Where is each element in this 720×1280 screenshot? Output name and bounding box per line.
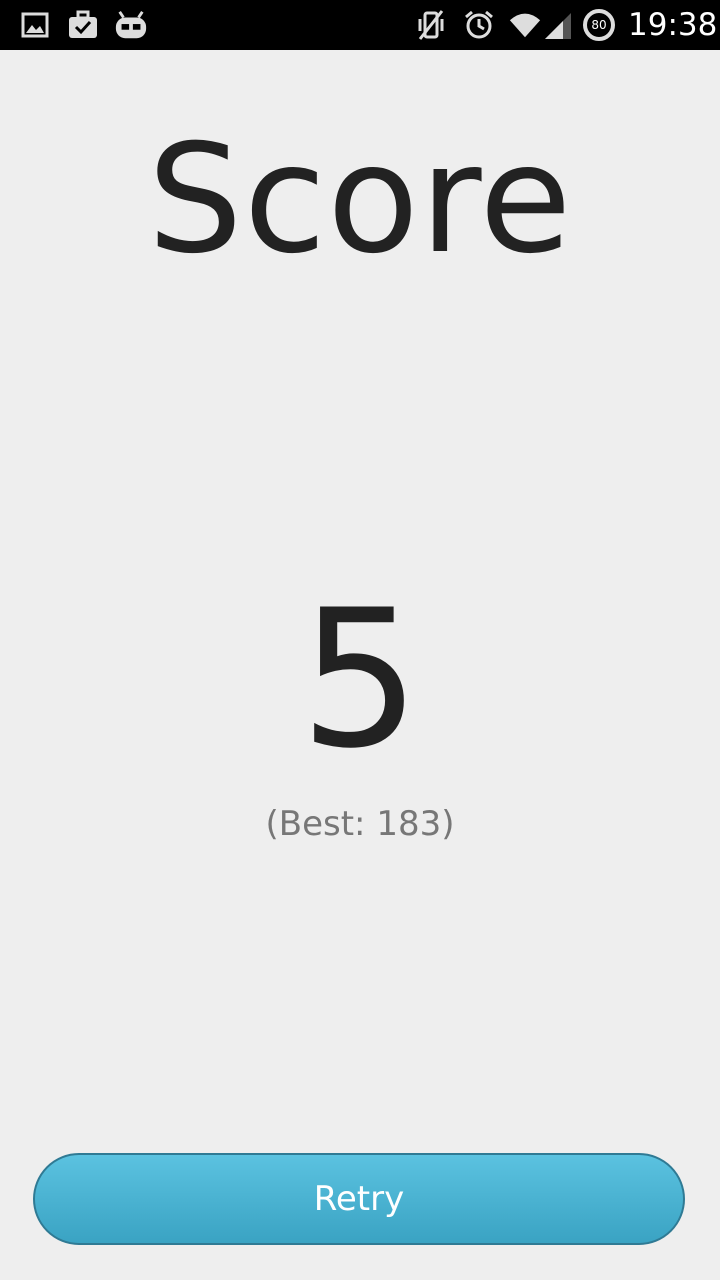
vibrate-off-icon [414, 8, 448, 42]
alarm-icon [462, 8, 496, 42]
briefcase-check-icon [66, 8, 100, 42]
gallery-icon [18, 8, 52, 42]
android-robot-icon [114, 8, 148, 42]
best-score: (Best: 183) [265, 804, 455, 844]
battery-level: 80 [591, 18, 607, 32]
page-title: Score [147, 113, 573, 287]
battery-icon: 80 [582, 8, 616, 42]
status-bar: 80 19:38 [0, 0, 720, 50]
retry-button[interactable]: Retry [33, 1153, 685, 1245]
score-screen: Score 5 (Best: 183) Retry [0, 50, 720, 1280]
signal-icon [540, 8, 574, 42]
score-value: 5 [299, 569, 421, 790]
status-clock: 19:38 [628, 7, 718, 43]
wifi-icon [508, 8, 542, 42]
